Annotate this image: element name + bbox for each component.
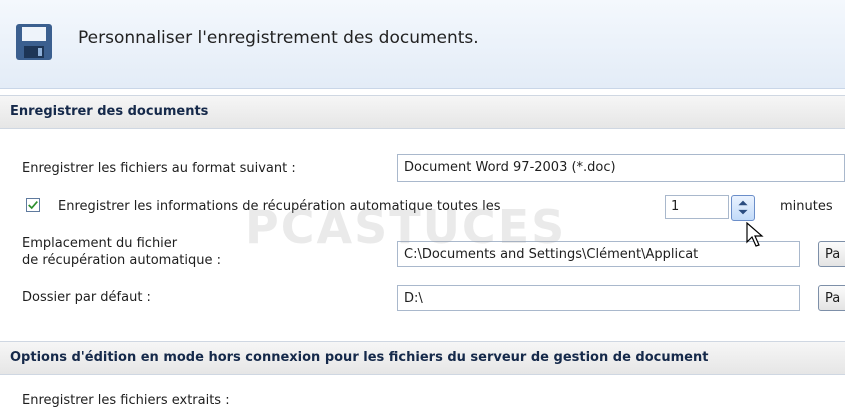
minutes-label: minutes (780, 199, 833, 214)
autorecover-location-input[interactable]: C:\Documents and Settings\Clément\Applic… (397, 241, 800, 267)
spinner-arrows-icon (738, 200, 748, 215)
section-save-documents: Enregistrer des documents (0, 95, 845, 129)
autorecover-location-label-line2: de récupération automatique : (22, 253, 222, 268)
floppy-disk-icon (16, 24, 52, 60)
format-label: Enregistrer les fichiers au format suiva… (22, 161, 296, 176)
section-offline-editing: Options d'édition en mode hors connexion… (0, 341, 845, 375)
default-folder-input[interactable]: D:\ (397, 285, 800, 311)
autorecover-checkbox[interactable] (26, 198, 40, 212)
autorecover-location-label-line1: Emplacement du fichier (22, 236, 178, 251)
default-folder-label: Dossier par défaut : (22, 290, 151, 305)
mouse-pointer-icon (746, 222, 764, 247)
checkmark-icon (28, 201, 38, 210)
page-title: Personnaliser l'enregistrement des docum… (78, 28, 479, 48)
format-select[interactable]: Document Word 97-2003 (*.doc) (397, 154, 845, 182)
minutes-spinner[interactable] (731, 195, 755, 221)
section-title-offline-editing: Options d'édition en mode hors connexion… (10, 350, 709, 365)
header-banner: Personnaliser l'enregistrement des docum… (0, 0, 845, 89)
browse-default-folder-button[interactable]: Pa (818, 285, 845, 311)
checked-out-files-label: Enregistrer les fichiers extraits : (22, 393, 230, 408)
autorecover-minutes-input[interactable]: 1 (665, 195, 729, 219)
browse-autorecover-button[interactable]: Pa (818, 241, 845, 267)
section-title-save-documents: Enregistrer des documents (10, 104, 209, 119)
autorecover-label: Enregistrer les informations de récupéra… (58, 199, 501, 214)
